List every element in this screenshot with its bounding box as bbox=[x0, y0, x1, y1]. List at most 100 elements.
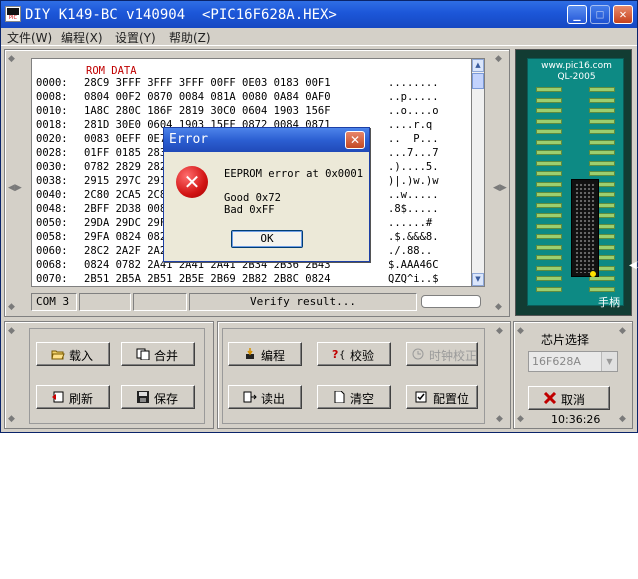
chip-socket-panel: www.pic16.com QL-2005 手柄 ◀2 bbox=[515, 49, 638, 316]
hex-ascii: )|.)w.)w bbox=[388, 175, 439, 187]
chip-select-dropdown[interactable]: 16F628A ▼ bbox=[528, 351, 618, 372]
socket-pin bbox=[589, 87, 615, 92]
splitter-left-arrow-icon[interactable]: ◀▶ bbox=[8, 183, 22, 193]
scroll-up-icon[interactable]: ▲ bbox=[472, 59, 484, 72]
menu-settings[interactable]: 设置(Y) bbox=[115, 29, 156, 46]
socket-pin bbox=[536, 97, 562, 103]
hex-addr: 0038: bbox=[36, 175, 68, 187]
hex-ascii: ........ bbox=[388, 77, 439, 89]
programmer-board: www.pic16.com QL-2005 手柄 bbox=[527, 58, 624, 309]
splitter-down-arrow-icon-right[interactable]: ◆ bbox=[495, 302, 502, 312]
verify-question-icon: ?{ bbox=[332, 348, 346, 361]
hex-ascii: QZQ^i..$ bbox=[388, 273, 439, 285]
splitter-up-arrow-icon-right[interactable]: ◆ bbox=[495, 54, 502, 64]
hex-addr: 0040: bbox=[36, 189, 68, 201]
socket-pin bbox=[589, 286, 615, 292]
hex-addr: 0010: bbox=[36, 105, 68, 117]
splitter-up-arrow-icon-b1[interactable]: ◆ bbox=[8, 326, 15, 336]
splitter-up-arrow-icon-b2[interactable]: ◆ bbox=[496, 326, 503, 336]
title-bar[interactable]: DIY K149-BC v140904 <PIC16F628A.HEX> _ □… bbox=[1, 1, 637, 28]
minimize-button[interactable]: _ bbox=[567, 5, 587, 24]
menu-file[interactable]: 文件(W) bbox=[7, 29, 52, 46]
hex-ascii: ...7...7 bbox=[388, 147, 439, 159]
menu-bar: 文件(W) 编程(X) 设置(Y) 帮助(Z) bbox=[1, 28, 637, 46]
menu-help[interactable]: 帮助(Z) bbox=[169, 29, 211, 46]
dialog-close-icon[interactable]: ✕ bbox=[345, 131, 365, 149]
pin1-marker bbox=[590, 271, 596, 277]
scroll-thumb[interactable] bbox=[472, 73, 484, 89]
program-chip-icon bbox=[243, 348, 257, 360]
socket-pin bbox=[536, 202, 562, 208]
dialog-title-bar[interactable]: Error bbox=[164, 128, 369, 152]
hex-addr: 0058: bbox=[36, 231, 68, 243]
clock-calibrate-button[interactable]: 时钟校正 bbox=[406, 342, 478, 366]
menu-program[interactable]: 编程(X) bbox=[61, 29, 103, 46]
clear-button[interactable]: 清空 bbox=[317, 385, 391, 409]
close-button[interactable]: ✕ bbox=[613, 5, 633, 24]
dialog-bad-value: Bad 0xFF bbox=[224, 204, 275, 216]
clock-calibrate-label: 时钟校正 bbox=[429, 349, 478, 363]
scroll-down-icon[interactable]: ▼ bbox=[472, 273, 484, 286]
rom-data-header: ROM DATA bbox=[86, 65, 137, 77]
chip-select-value: 16F628A bbox=[532, 355, 581, 368]
ok-button[interactable]: OK bbox=[231, 230, 303, 248]
save-button[interactable]: 保存 bbox=[121, 385, 195, 409]
cancel-button[interactable]: 取消 bbox=[528, 386, 610, 410]
hex-data: 1A8C 280C 186F 2819 30C0 0604 1903 156F bbox=[84, 105, 331, 117]
read-button[interactable]: 读出 bbox=[228, 385, 302, 409]
error-dialog: Error ✕ ✕ EEPROM error at 0x0001 Good 0x… bbox=[163, 127, 370, 262]
socket-pin bbox=[536, 276, 562, 281]
splitter-down-arrow-icon-b4[interactable]: ◆ bbox=[619, 414, 626, 424]
splitter-up-arrow-icon-b3[interactable]: ◆ bbox=[517, 326, 524, 336]
config-button[interactable]: 配置位 bbox=[406, 385, 478, 409]
splitter-right-arrow-icon[interactable]: ◀▶ bbox=[493, 183, 507, 193]
hex-data: 2B51 2B5A 2B51 2B5E 2B69 2B82 2B8C 0824 bbox=[84, 273, 331, 285]
socket-pin bbox=[536, 171, 562, 176]
status-empty-2 bbox=[133, 293, 187, 311]
socket-pin bbox=[536, 129, 562, 134]
load-label: 载入 bbox=[69, 349, 94, 363]
hex-scrollbar[interactable]: ▲ ▼ bbox=[471, 58, 485, 287]
verify-button[interactable]: ?{ 校验 bbox=[317, 342, 391, 366]
splitter-up-arrow-icon[interactable]: ◆ bbox=[8, 54, 15, 64]
maximize-button[interactable]: □ bbox=[590, 5, 610, 24]
clear-label: 清空 bbox=[350, 392, 375, 406]
load-button[interactable]: 载入 bbox=[36, 342, 110, 366]
hex-addr: 0008: bbox=[36, 91, 68, 103]
splitter-down-arrow-icon-b2[interactable]: ◆ bbox=[496, 414, 503, 424]
read-label: 读出 bbox=[261, 392, 286, 406]
socket-pin bbox=[589, 160, 615, 166]
socket-pin bbox=[536, 181, 562, 187]
merge-label: 合并 bbox=[154, 349, 179, 363]
hex-addr: 0048: bbox=[36, 203, 68, 215]
splitter-down-arrow-icon-b1[interactable]: ◆ bbox=[8, 414, 15, 424]
splitter-down-arrow-icon-b3[interactable]: ◆ bbox=[517, 414, 524, 424]
refresh-button[interactable]: 刷新 bbox=[36, 385, 110, 409]
socket-pin bbox=[589, 129, 615, 134]
program-button[interactable]: 编程 bbox=[228, 342, 302, 366]
program-label: 编程 bbox=[261, 349, 286, 363]
socket-pin bbox=[536, 234, 562, 239]
folder-open-icon bbox=[51, 348, 65, 360]
splitter-up-arrow-icon-b4[interactable]: ◆ bbox=[619, 326, 626, 336]
splitter-down-arrow-icon[interactable]: ◆ bbox=[8, 302, 15, 312]
hex-ascii: ./.88.. bbox=[388, 245, 433, 257]
socket-pin bbox=[589, 171, 615, 176]
dialog-message: EEPROM error at 0x0001 bbox=[224, 168, 364, 180]
socket-pin bbox=[536, 139, 562, 145]
merge-button[interactable]: 合并 bbox=[121, 342, 195, 366]
hex-addr: 0028: bbox=[36, 147, 68, 159]
config-bits-icon bbox=[415, 391, 429, 403]
hex-addr: 0030: bbox=[36, 161, 68, 173]
blank-page-icon bbox=[332, 390, 346, 404]
socket-pin bbox=[536, 160, 562, 166]
cancel-x-icon bbox=[543, 391, 557, 405]
socket-pin bbox=[536, 87, 562, 92]
save-label: 保存 bbox=[154, 392, 179, 406]
read-chip-icon bbox=[243, 391, 257, 403]
main-window: DIY K149-BC v140904 <PIC16F628A.HEX> _ □… bbox=[0, 0, 638, 433]
floppy-disk-icon bbox=[136, 391, 150, 403]
chevron-down-icon[interactable]: ▼ bbox=[601, 352, 617, 371]
chip-select-label: 芯片选择 bbox=[541, 333, 590, 347]
socket-pin bbox=[536, 213, 562, 218]
